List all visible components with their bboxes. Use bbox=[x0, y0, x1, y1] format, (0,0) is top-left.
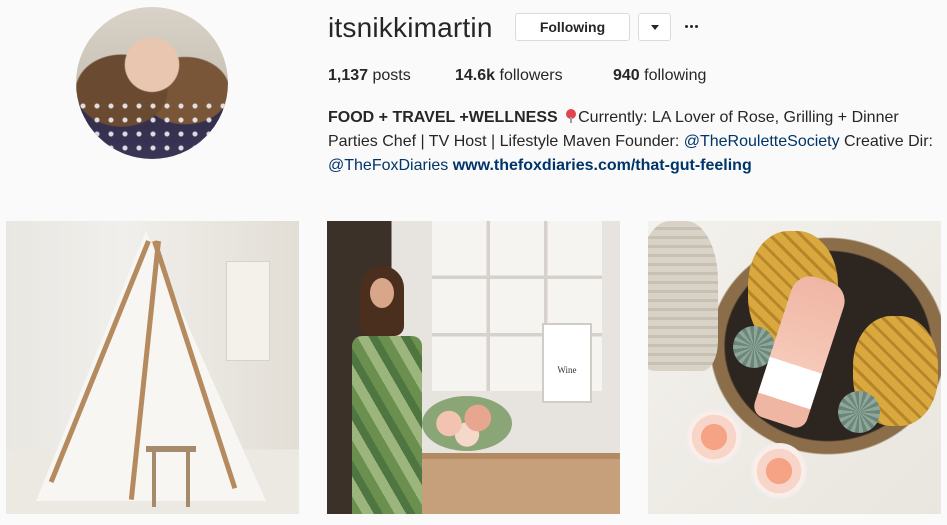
ellipsis-icon bbox=[695, 25, 698, 28]
post-thumbnail[interactable] bbox=[6, 221, 299, 514]
post-thumbnail[interactable] bbox=[648, 221, 941, 514]
face bbox=[370, 278, 394, 308]
rose-glass bbox=[686, 409, 742, 465]
flower-arrangement bbox=[422, 396, 512, 451]
options-button[interactable] bbox=[682, 16, 702, 36]
bio-name: FOOD + TRAVEL +WELLNESS bbox=[328, 109, 558, 126]
profile-avatar[interactable] bbox=[76, 7, 228, 159]
suggestions-dropdown-button[interactable] bbox=[638, 13, 671, 41]
green-dress bbox=[352, 336, 422, 514]
rose-glass bbox=[751, 443, 807, 499]
sign-text: Wine bbox=[557, 365, 577, 375]
posts-count: 1,137 bbox=[328, 67, 369, 84]
following-label: following bbox=[639, 67, 707, 84]
chevron-down-icon bbox=[651, 25, 659, 30]
followers-label: followers bbox=[495, 67, 563, 84]
round-pushpin-icon bbox=[566, 109, 577, 123]
post-thumbnail[interactable]: Wine bbox=[327, 221, 620, 514]
mention-link-fox-diaries[interactable]: @TheFoxDiaries bbox=[328, 157, 448, 174]
succulent bbox=[838, 391, 880, 433]
avatar-pattern bbox=[76, 99, 228, 159]
profile-bio: FOOD + TRAVEL +WELLNESS Currently: LA Lo… bbox=[328, 106, 940, 178]
posts-stat: 1,137 posts bbox=[328, 67, 411, 85]
ellipsis-icon bbox=[685, 25, 688, 28]
followers-count: 14.6k bbox=[455, 67, 496, 84]
woman-figure bbox=[352, 266, 422, 514]
bio-text: Creative Dir: bbox=[839, 133, 933, 150]
sign-board: Wine bbox=[542, 323, 592, 403]
posts-label: posts bbox=[368, 67, 411, 84]
following-button[interactable]: Following bbox=[515, 13, 630, 41]
following-stat[interactable]: 940 following bbox=[613, 67, 706, 85]
profile-username: itsnikkimartin bbox=[328, 12, 493, 43]
website-link[interactable]: www.thefoxdiaries.com/that-gut-feeling bbox=[453, 157, 752, 174]
following-count: 940 bbox=[613, 67, 640, 84]
followers-stat[interactable]: 14.6k followers bbox=[455, 67, 563, 85]
mention-link-roulette-society[interactable]: @TheRouletteSociety bbox=[684, 133, 840, 150]
ceramic-pot bbox=[648, 221, 718, 371]
wooden-stool bbox=[146, 446, 196, 507]
ellipsis-icon bbox=[690, 25, 693, 28]
